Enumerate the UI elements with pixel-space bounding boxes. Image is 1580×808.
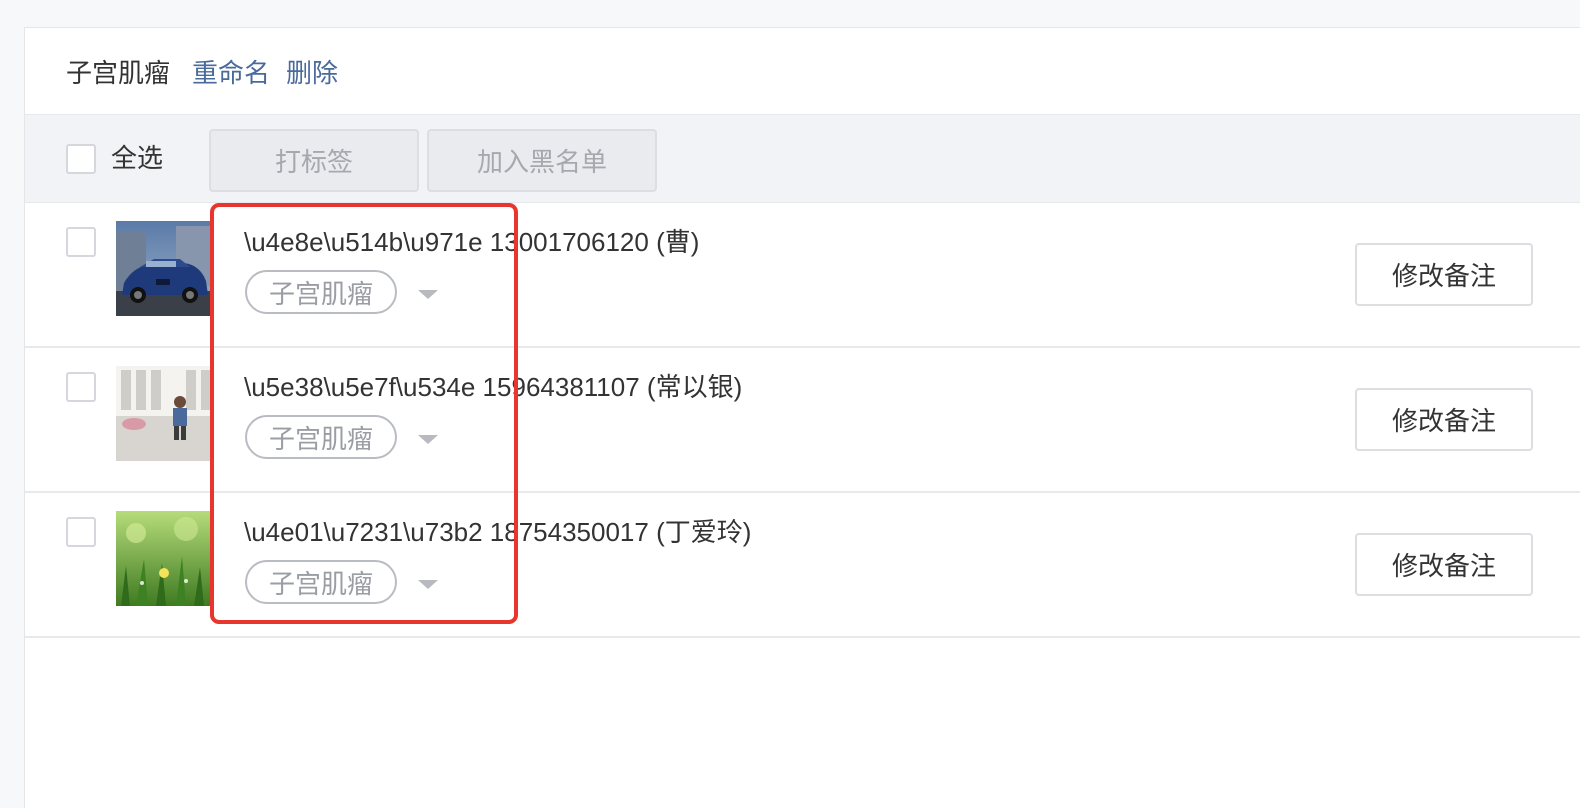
select-all-label: 全选 bbox=[111, 143, 164, 173]
select-all-checkbox[interactable] bbox=[66, 144, 96, 174]
tag-pill[interactable]: 子宫肌瘤 bbox=[245, 560, 397, 604]
group-title: 子宫肌瘤 bbox=[66, 57, 171, 88]
chevron-down-icon[interactable] bbox=[418, 290, 438, 299]
avatar bbox=[116, 221, 211, 316]
contact-row: \u4e01\u7231\u73b2 18754350017 (丁爱玲) 子宫肌… bbox=[25, 493, 1580, 638]
car-photo-image bbox=[116, 221, 211, 316]
row-checkbox[interactable] bbox=[66, 372, 96, 402]
grass-photo-image bbox=[116, 511, 211, 606]
contact-name: \u4e8e\u514b\u971e 13001706120 (曹) bbox=[244, 227, 700, 257]
edit-remark-button[interactable]: 修改备注 bbox=[1355, 533, 1533, 596]
row-checkbox[interactable] bbox=[66, 227, 96, 257]
delete-link[interactable]: 删除 bbox=[286, 53, 338, 90]
contact-row: \u4e8e\u514b\u971e 13001706120 (曹) 子宫肌瘤 … bbox=[25, 203, 1580, 348]
avatar bbox=[116, 366, 211, 461]
contact-group-panel: 子宫肌瘤 重命名 删除 全选 打标签 加入黑名单 \u4e8e\u514b\u9… bbox=[24, 27, 1580, 808]
bulk-action-toolbar: 全选 打标签 加入黑名单 bbox=[25, 114, 1580, 203]
edit-remark-button[interactable]: 修改备注 bbox=[1355, 243, 1533, 306]
rename-link[interactable]: 重命名 bbox=[192, 53, 270, 90]
contact-name: \u5e38\u5e7f\u534e 15964381107 (常以银) bbox=[244, 372, 743, 402]
child-photo-image bbox=[116, 366, 211, 461]
row-checkbox[interactable] bbox=[66, 517, 96, 547]
tag-pill[interactable]: 子宫肌瘤 bbox=[245, 415, 397, 459]
group-header: 子宫肌瘤 重命名 删除 bbox=[25, 28, 1580, 114]
edit-remark-button[interactable]: 修改备注 bbox=[1355, 388, 1533, 451]
contact-row: \u5e38\u5e7f\u534e 15964381107 (常以银) 子宫肌… bbox=[25, 348, 1580, 493]
chevron-down-icon[interactable] bbox=[418, 580, 438, 589]
add-to-blacklist-button[interactable]: 加入黑名单 bbox=[427, 129, 657, 192]
tag-pill[interactable]: 子宫肌瘤 bbox=[245, 270, 397, 314]
tag-button[interactable]: 打标签 bbox=[209, 129, 419, 192]
avatar bbox=[116, 511, 211, 606]
contact-name: \u4e01\u7231\u73b2 18754350017 (丁爱玲) bbox=[244, 517, 752, 547]
chevron-down-icon[interactable] bbox=[418, 435, 438, 444]
